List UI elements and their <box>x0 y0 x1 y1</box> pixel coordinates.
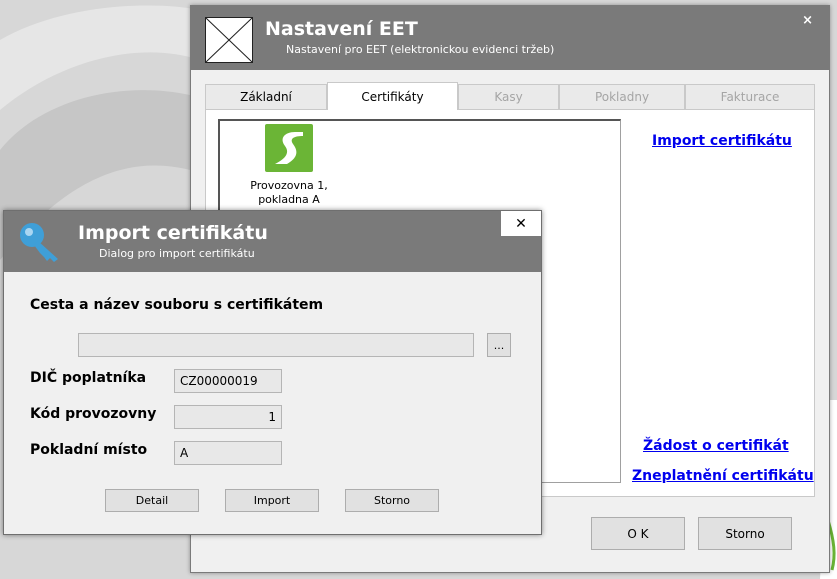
file-path-input[interactable] <box>78 333 474 357</box>
import-button[interactable]: Import <box>225 489 319 512</box>
kod-provozovny-field[interactable]: 1 <box>174 405 282 429</box>
window-header: Nastavení EET Nastavení pro EET (elektro… <box>191 6 829 70</box>
import-certificate-dialog: Import certifikátu Dialog pro import cer… <box>3 210 542 535</box>
tab-zakladni[interactable]: Základní <box>205 84 327 109</box>
request-certificate-link[interactable]: Žádost o certifikát <box>643 438 789 454</box>
placeholder-logo-icon <box>205 17 253 63</box>
pokladni-misto-field[interactable]: A <box>174 441 282 465</box>
pokladni-misto-label: Pokladní místo <box>30 442 148 458</box>
certificate-label-line1: Provozovna 1, <box>250 179 328 192</box>
dialog-subtitle: Dialog pro import certifikátu <box>99 247 255 260</box>
window-title: Nastavení EET <box>265 18 418 40</box>
certificate-label-line2: pokladna A <box>258 193 320 206</box>
dialog-header: Import certifikátu Dialog pro import cer… <box>4 211 541 272</box>
close-icon[interactable]: × <box>802 13 813 28</box>
import-certificate-link[interactable]: Import certifikátu <box>652 133 792 149</box>
browse-button[interactable]: ... <box>487 333 511 357</box>
file-path-label: Cesta a název souboru s certifikátem <box>30 297 324 313</box>
revoke-certificate-link[interactable]: Zneplatnění certifikátu <box>632 468 814 484</box>
key-icon <box>20 223 58 262</box>
tab-pokladny[interactable]: Pokladny <box>559 84 685 109</box>
dialog-cancel-button[interactable]: Storno <box>345 489 439 512</box>
tab-fakturace[interactable]: Fakturace <box>685 84 815 109</box>
certificate-item[interactable]: Provozovna 1, pokladna A <box>244 124 334 207</box>
ok-button[interactable]: O K <box>591 517 685 550</box>
dic-field[interactable]: CZ00000019 <box>174 369 282 393</box>
main-cancel-button[interactable]: Storno <box>698 517 792 550</box>
tab-certifikaty[interactable]: Certifikáty <box>327 82 458 110</box>
dialog-close-icon[interactable]: ✕ <box>501 211 541 236</box>
dic-label: DIČ poplatníka <box>30 370 147 386</box>
tab-bar: Základní Certifikáty Kasy Pokladny Faktu… <box>205 82 815 110</box>
tab-kasy[interactable]: Kasy <box>458 84 559 109</box>
certificate-icon <box>265 124 313 172</box>
window-subtitle: Nastavení pro EET (elektronickou evidenc… <box>286 43 555 56</box>
dialog-title: Import certifikátu <box>78 222 268 244</box>
kod-provozovny-label: Kód provozovny <box>30 406 157 422</box>
detail-button[interactable]: Detail <box>105 489 199 512</box>
